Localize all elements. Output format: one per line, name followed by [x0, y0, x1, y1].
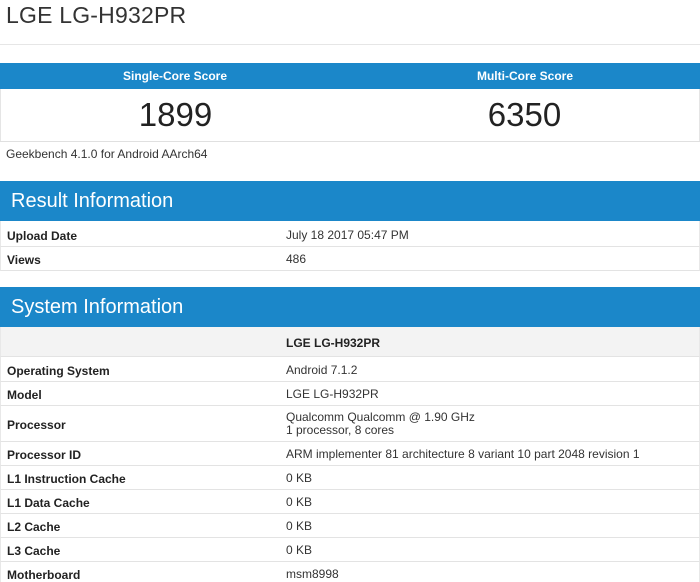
model-label: Model [7, 388, 42, 402]
l1-data-cache-value: 0 KB [286, 495, 313, 509]
processor-id-label: Processor ID [7, 448, 82, 462]
result-row-upload-date: Upload Date July 18 2017 05:47 PM [0, 221, 700, 247]
title-divider [0, 44, 700, 45]
single-core-score-label: Single-Core Score [122, 69, 228, 83]
system-row-processor: Processor Qualcomm Qualcomm @ 1.90 GHz 1… [0, 406, 700, 442]
system-row-l3-cache: L3 Cache 0 KB [0, 538, 700, 562]
l1-instruction-cache-label: L1 Instruction Cache [7, 472, 126, 486]
system-row-processor-id: Processor ID ARM implementer 81 architec… [0, 442, 700, 466]
result-row-views: Views 486 [0, 247, 700, 271]
system-row-operating-system: Operating System Android 7.1.2 [0, 357, 700, 382]
l1-data-cache-label: L1 Data Cache [7, 496, 90, 510]
l3-cache-label: L3 Cache [7, 544, 61, 558]
system-row-l2-cache: L2 Cache 0 KB [0, 514, 700, 538]
upload-date-value: July 18 2017 05:47 PM [286, 228, 409, 242]
l3-cache-value: 0 KB [286, 543, 313, 557]
system-row-model: Model LGE LG-H932PR [0, 382, 700, 406]
score-values: 1899 6350 [0, 89, 700, 141]
l2-cache-value: 0 KB [286, 519, 313, 533]
system-information-header: System Information [0, 287, 700, 327]
views-value: 486 [286, 252, 307, 266]
multi-core-score-value: 6350 [487, 96, 562, 133]
upload-date-label: Upload Date [7, 229, 78, 243]
l1-instruction-cache-value: 0 KB [286, 471, 313, 485]
result-information-header: Result Information [0, 181, 700, 221]
operating-system-value: Android 7.1.2 [286, 363, 358, 377]
motherboard-value: msm8998 [286, 567, 339, 581]
motherboard-label: Motherboard [7, 568, 81, 582]
page-title: LGE LG-H932PR [6, 2, 187, 28]
system-row-motherboard: Motherboard msm8998 [0, 562, 700, 582]
model-value: LGE LG-H932PR [286, 387, 379, 401]
score-divider [0, 141, 700, 142]
processor-count-value: 1 processor, 8 cores [286, 423, 395, 437]
l2-cache-label: L2 Cache [7, 520, 61, 534]
processor-id-value: ARM implementer 81 architecture 8 varian… [286, 447, 640, 461]
system-row-l1-data-cache: L1 Data Cache 0 KB [0, 490, 700, 514]
score-header: Single-Core Score Multi-Core Score [0, 63, 700, 89]
operating-system-label: Operating System [7, 364, 110, 378]
views-label: Views [7, 253, 41, 267]
system-column-header: LGE LG-H932PR [286, 336, 381, 350]
benchmark-version: Geekbench 4.1.0 for Android AArch64 [6, 147, 208, 161]
system-row-l1-instruction-cache: L1 Instruction Cache 0 KB [0, 466, 700, 490]
multi-core-score-label: Multi-Core Score [476, 69, 573, 83]
processor-label: Processor [7, 418, 66, 432]
single-core-score-value: 1899 [138, 96, 213, 133]
system-column-header-row: LGE LG-H932PR [0, 327, 700, 357]
